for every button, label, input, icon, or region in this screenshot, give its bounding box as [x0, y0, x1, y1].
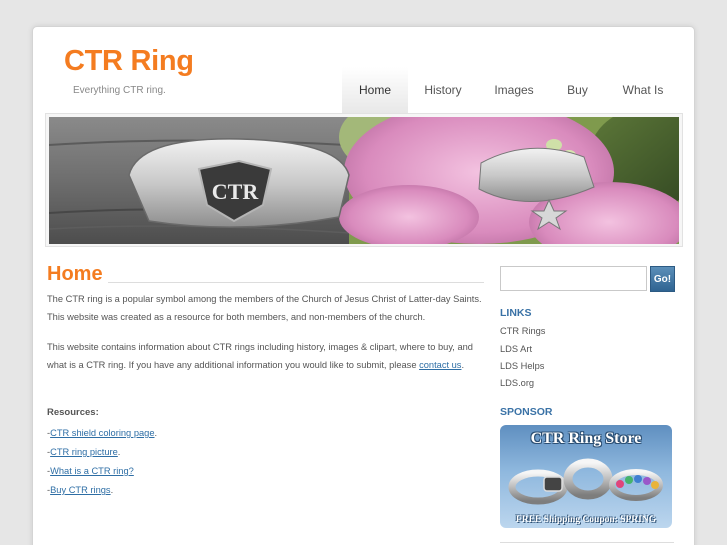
- sponsor-title: CTR Ring Store: [530, 430, 642, 447]
- page-container: CTR Ring Everything CTR ring. Home Histo…: [32, 26, 695, 545]
- sponsor-heading: SPONSOR: [500, 406, 553, 418]
- info-paragraph-end: .: [461, 359, 465, 370]
- resource-item: -CTR shield coloring page.: [47, 428, 157, 438]
- resource-link-what-is[interactable]: What is a CTR ring?: [50, 466, 134, 476]
- sidebar-divider: [500, 542, 674, 543]
- sidebar-link-lds-art[interactable]: LDS Art: [500, 344, 532, 354]
- resource-link-ring-picture[interactable]: CTR ring picture: [50, 447, 118, 457]
- svg-text:CTR: CTR: [212, 179, 260, 204]
- page-title: Home: [47, 263, 103, 285]
- sidebar-link-lds-helps[interactable]: LDS Helps: [500, 361, 544, 371]
- info-paragraph: This website contains information about …: [47, 339, 483, 374]
- nav-item-home[interactable]: Home: [342, 67, 408, 113]
- sidebar-link-lds-org[interactable]: LDS.org: [500, 378, 534, 388]
- nav-item-what-is[interactable]: What Is: [605, 67, 681, 113]
- nav-item-buy[interactable]: Buy: [550, 67, 605, 113]
- resource-item: -What is a CTR ring?: [47, 466, 134, 476]
- sidebar-link-ctr-rings[interactable]: CTR Rings: [500, 326, 545, 336]
- sponsor-banner[interactable]: CTR Ring Store FREE Shipping Coupon: SPR…: [500, 425, 672, 528]
- nav-item-images[interactable]: Images: [478, 67, 550, 113]
- resource-link-coloring-page[interactable]: CTR shield coloring page: [50, 428, 154, 438]
- hero-image: CTR: [49, 117, 679, 244]
- site-logo[interactable]: CTR Ring: [64, 45, 194, 78]
- resource-item: -Buy CTR rings.: [47, 485, 113, 495]
- resource-link-buy[interactable]: Buy CTR rings: [50, 485, 110, 495]
- ctr-ring-photo-icon: CTR: [49, 117, 679, 244]
- search-button[interactable]: Go!: [650, 266, 675, 292]
- intro-paragraph: The CTR ring is a popular symbol among t…: [47, 294, 482, 322]
- sponsor-coupon: FREE Shipping Coupon: SPRING: [515, 515, 657, 525]
- resource-suffix: .: [154, 428, 158, 438]
- resource-suffix: .: [110, 485, 114, 495]
- resource-item: -CTR ring picture.: [47, 447, 120, 457]
- contact-us-link[interactable]: contact us: [419, 360, 461, 370]
- main-nav: Home History Images Buy What Is: [342, 67, 681, 113]
- ctr-ring-store-banner-icon: [508, 458, 663, 505]
- resource-suffix: .: [117, 447, 121, 457]
- nav-item-history[interactable]: History: [408, 67, 478, 113]
- links-heading: LINKS: [500, 307, 532, 319]
- info-paragraph-text: This website contains information about …: [47, 342, 473, 370]
- site-tagline: Everything CTR ring.: [73, 85, 166, 96]
- title-divider: [108, 282, 484, 283]
- hero-frame: CTR: [45, 113, 683, 247]
- resources-heading: Resources:: [47, 407, 99, 418]
- search-input[interactable]: [500, 266, 647, 291]
